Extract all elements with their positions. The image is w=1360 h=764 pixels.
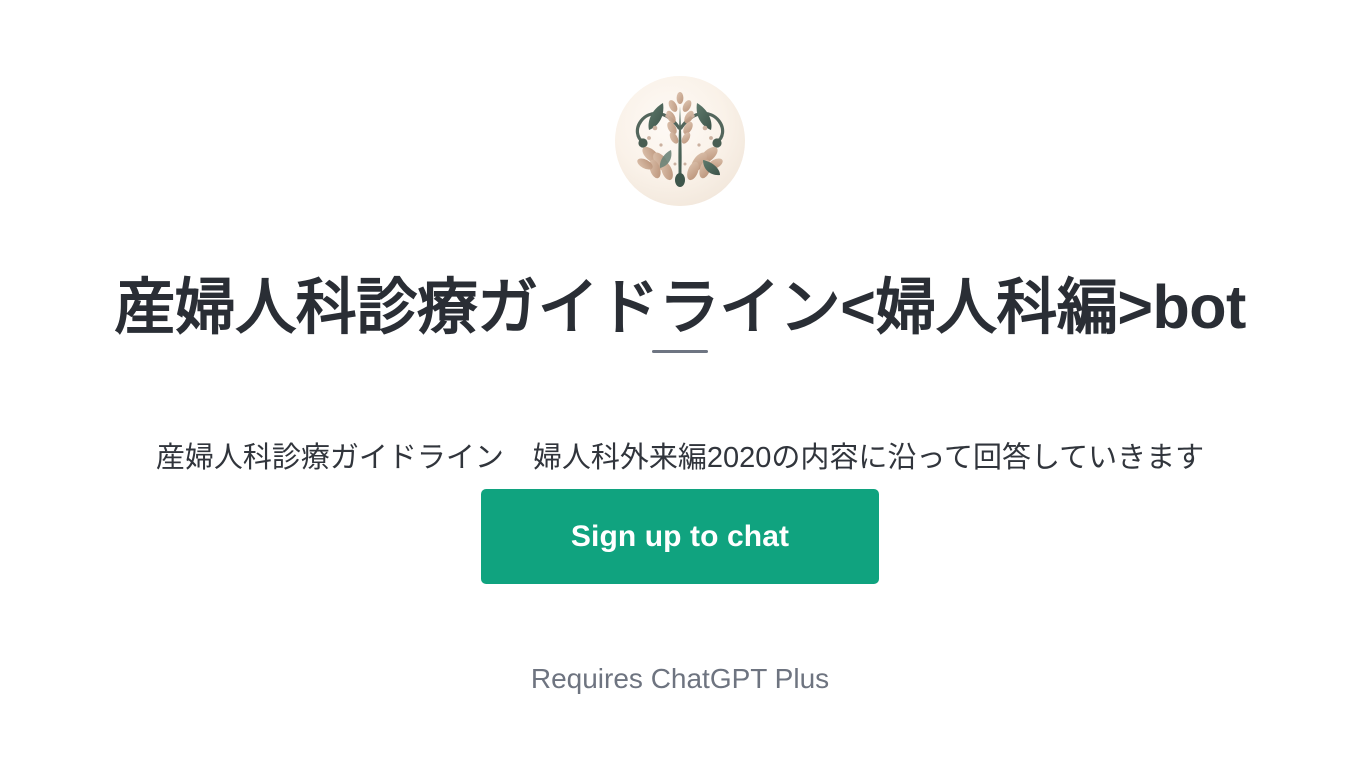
title-divider bbox=[652, 350, 708, 353]
botanical-flourish-avatar-icon bbox=[615, 76, 745, 206]
page-title: 産婦人科診療ガイドライン<婦人科編>bot bbox=[114, 272, 1246, 341]
avatar bbox=[615, 76, 745, 206]
requires-plus-note: Requires ChatGPT Plus bbox=[530, 663, 830, 694]
sign-up-to-chat-button[interactable]: Sign up to chat bbox=[481, 489, 879, 584]
gpt-landing-page: 産婦人科診療ガイドライン<婦人科編>bot 産婦人科診療ガイドライン 婦人科外来… bbox=[0, 0, 1360, 764]
gpt-description: 産婦人科診療ガイドライン 婦人科外来編2020の内容に沿って回答していきます bbox=[155, 442, 1205, 474]
